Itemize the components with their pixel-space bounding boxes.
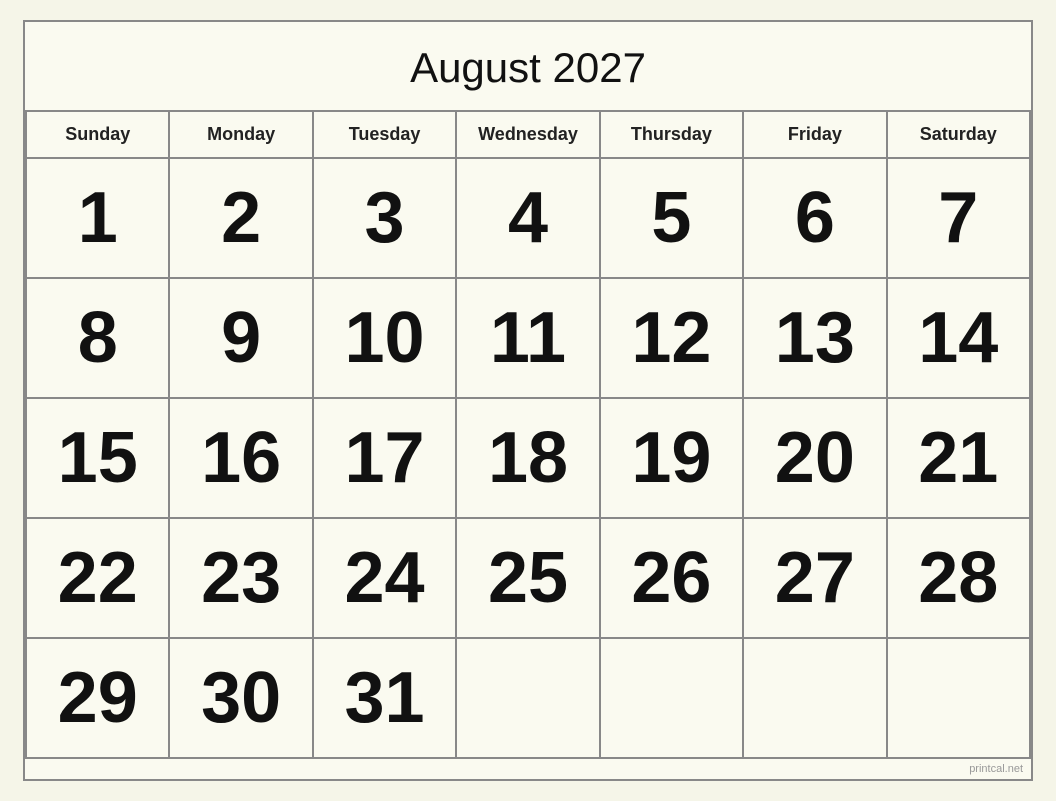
day-header: Friday [744, 112, 887, 159]
day-cell: 4 [457, 159, 600, 279]
day-header: Sunday [27, 112, 170, 159]
day-cell: 8 [27, 279, 170, 399]
day-cell: 20 [744, 399, 887, 519]
calendar-grid: SundayMondayTuesdayWednesdayThursdayFrid… [25, 112, 1031, 759]
day-cell: 24 [314, 519, 457, 639]
day-header: Monday [170, 112, 313, 159]
day-cell: 17 [314, 399, 457, 519]
day-cell: 16 [170, 399, 313, 519]
day-cell: 1 [27, 159, 170, 279]
day-cell: 23 [170, 519, 313, 639]
day-cell: 31 [314, 639, 457, 759]
day-cell: 3 [314, 159, 457, 279]
day-header: Tuesday [314, 112, 457, 159]
day-cell: 12 [601, 279, 744, 399]
day-cell: 6 [744, 159, 887, 279]
day-cell [457, 639, 600, 759]
day-cell: 5 [601, 159, 744, 279]
day-cell: 22 [27, 519, 170, 639]
day-cell: 29 [27, 639, 170, 759]
calendar-container: August 2027 SundayMondayTuesdayWednesday… [23, 20, 1033, 781]
day-cell [744, 639, 887, 759]
day-cell: 11 [457, 279, 600, 399]
day-cell: 21 [888, 399, 1031, 519]
day-cell: 14 [888, 279, 1031, 399]
day-cell: 25 [457, 519, 600, 639]
day-cell: 10 [314, 279, 457, 399]
day-cell: 27 [744, 519, 887, 639]
day-cell: 9 [170, 279, 313, 399]
day-cell: 19 [601, 399, 744, 519]
day-header: Saturday [888, 112, 1031, 159]
day-header: Thursday [601, 112, 744, 159]
watermark: printcal.net [25, 759, 1031, 779]
day-cell: 2 [170, 159, 313, 279]
day-cell: 30 [170, 639, 313, 759]
day-cell [888, 639, 1031, 759]
calendar-title: August 2027 [25, 22, 1031, 112]
day-cell: 7 [888, 159, 1031, 279]
day-cell: 15 [27, 399, 170, 519]
day-cell [601, 639, 744, 759]
day-cell: 28 [888, 519, 1031, 639]
day-cell: 18 [457, 399, 600, 519]
day-header: Wednesday [457, 112, 600, 159]
day-cell: 26 [601, 519, 744, 639]
day-cell: 13 [744, 279, 887, 399]
